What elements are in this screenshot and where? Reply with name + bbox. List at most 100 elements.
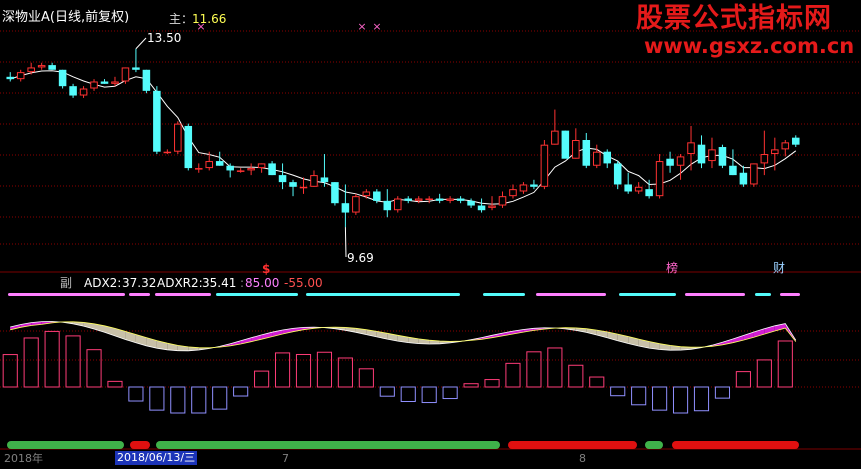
- low-pointer: [344, 227, 347, 258]
- watermark-title: 股票公式指标网: [636, 3, 832, 34]
- histogram-bar: [547, 347, 563, 388]
- trend-bars: [7, 441, 799, 449]
- candle-body-down: [456, 198, 465, 201]
- histogram-bar: [212, 386, 228, 410]
- chart-canvas[interactable]: × × ×: [0, 0, 861, 465]
- candle-body-up: [37, 65, 46, 68]
- histogram-bar: [400, 386, 416, 403]
- candle-body-up: [446, 198, 454, 201]
- adx2-value: 37.32: [122, 276, 157, 290]
- status-stripe: [306, 293, 460, 296]
- trend-bar: [130, 441, 150, 449]
- candle-body-down: [666, 158, 674, 166]
- status-stripe: [536, 293, 606, 296]
- candle-body-down: [582, 140, 591, 166]
- candle-body-up: [90, 81, 98, 89]
- histogram-bar: [316, 351, 333, 388]
- candle-body-down: [341, 203, 350, 213]
- status-stripe: [685, 293, 745, 296]
- separator: :: [240, 276, 245, 290]
- histogram-bar: [756, 359, 772, 388]
- candle-body-down: [100, 81, 109, 84]
- histogram: [2, 330, 793, 414]
- histogram-bar: [568, 364, 584, 388]
- histogram-bar: [505, 362, 521, 388]
- adx2-label: ADX2:: [84, 276, 122, 290]
- candle-body-up: [163, 151, 172, 154]
- candle-body-up: [299, 186, 308, 189]
- candle-body-down: [153, 90, 161, 152]
- level-high-value: 85.00: [245, 276, 280, 290]
- price-low-label: 9.69: [347, 251, 374, 265]
- histogram-bar: [777, 340, 793, 388]
- candle-body-down: [477, 205, 486, 211]
- histogram-bar: [589, 376, 605, 388]
- candle-body-up: [540, 144, 549, 187]
- event-marker-finance[interactable]: 财: [773, 261, 785, 275]
- candle-body-up: [771, 149, 779, 155]
- axis-mark-8: 8: [579, 452, 586, 465]
- candle-body-down: [613, 163, 622, 185]
- sub-panel-name[interactable]: 副: [60, 276, 72, 290]
- candle-body-up: [551, 130, 559, 145]
- histogram-bar: [149, 386, 165, 411]
- adxr2-value: 35.41: [202, 276, 237, 290]
- histogram-bar: [484, 379, 500, 388]
- histogram-bar: [191, 386, 207, 414]
- histogram-bar: [442, 386, 458, 400]
- histogram-bar: [421, 386, 437, 404]
- histogram-bar: [610, 386, 626, 397]
- candle-body-up: [352, 196, 360, 213]
- main-label: 主：: [169, 12, 194, 26]
- candle-body-up: [488, 205, 496, 208]
- histogram-bar: [86, 349, 102, 388]
- candle-body-up: [760, 154, 769, 164]
- candle-body-down: [383, 200, 392, 211]
- event-marker-rank[interactable]: 榜: [666, 261, 678, 275]
- histogram-bar: [526, 351, 542, 388]
- candle-body-down: [48, 65, 56, 70]
- chart-title: 深物业A(日线,前复权): [2, 10, 130, 25]
- candle-body-down: [467, 200, 475, 206]
- candle-body-up: [425, 198, 433, 201]
- status-stripe: [155, 293, 211, 296]
- candle-body-up: [708, 149, 716, 162]
- histogram-bar: [254, 370, 270, 388]
- watermark: 股票公式指标网 www.gsxz.com.cn: [636, 3, 855, 59]
- histogram-bar: [337, 357, 353, 388]
- histogram-bar: [128, 386, 144, 402]
- histogram-bar: [2, 354, 18, 388]
- candle-body-up: [634, 186, 643, 192]
- event-marker-dollar[interactable]: $: [262, 262, 270, 276]
- status-stripe: [8, 293, 125, 296]
- candle-body-down: [132, 67, 140, 70]
- ma-line: [10, 70, 797, 205]
- histogram-bar: [652, 386, 668, 411]
- candle-body-up: [393, 198, 402, 211]
- histogram-bar: [233, 386, 249, 397]
- adx-fill-segment: [10, 324, 21, 330]
- candle-body-up: [236, 170, 245, 172]
- candle-body-up: [414, 198, 423, 201]
- trend-bar: [672, 441, 799, 449]
- histogram-bar: [274, 352, 291, 388]
- candle-body-up: [687, 142, 695, 155]
- candle-body-down: [69, 86, 77, 96]
- candle-body-down: [142, 69, 151, 91]
- status-stripe: [619, 293, 676, 296]
- histogram-bar: [714, 386, 731, 399]
- candle-body-up: [174, 123, 182, 152]
- trend-bar: [508, 441, 637, 449]
- candle-body-down: [791, 137, 800, 145]
- histogram-bar: [672, 386, 689, 414]
- candle-body-up: [121, 67, 130, 82]
- candle-body-up: [27, 67, 35, 73]
- candle-body-down: [268, 163, 276, 176]
- candle-body-up: [509, 189, 517, 197]
- candle-body-down: [320, 177, 329, 183]
- cross-marker: ×: [357, 20, 366, 33]
- watermark-url: www.gsxz.com.cn: [644, 34, 855, 58]
- candle-body-up: [572, 140, 580, 159]
- candle-body-up: [247, 168, 255, 171]
- high-pointer: [135, 37, 147, 50]
